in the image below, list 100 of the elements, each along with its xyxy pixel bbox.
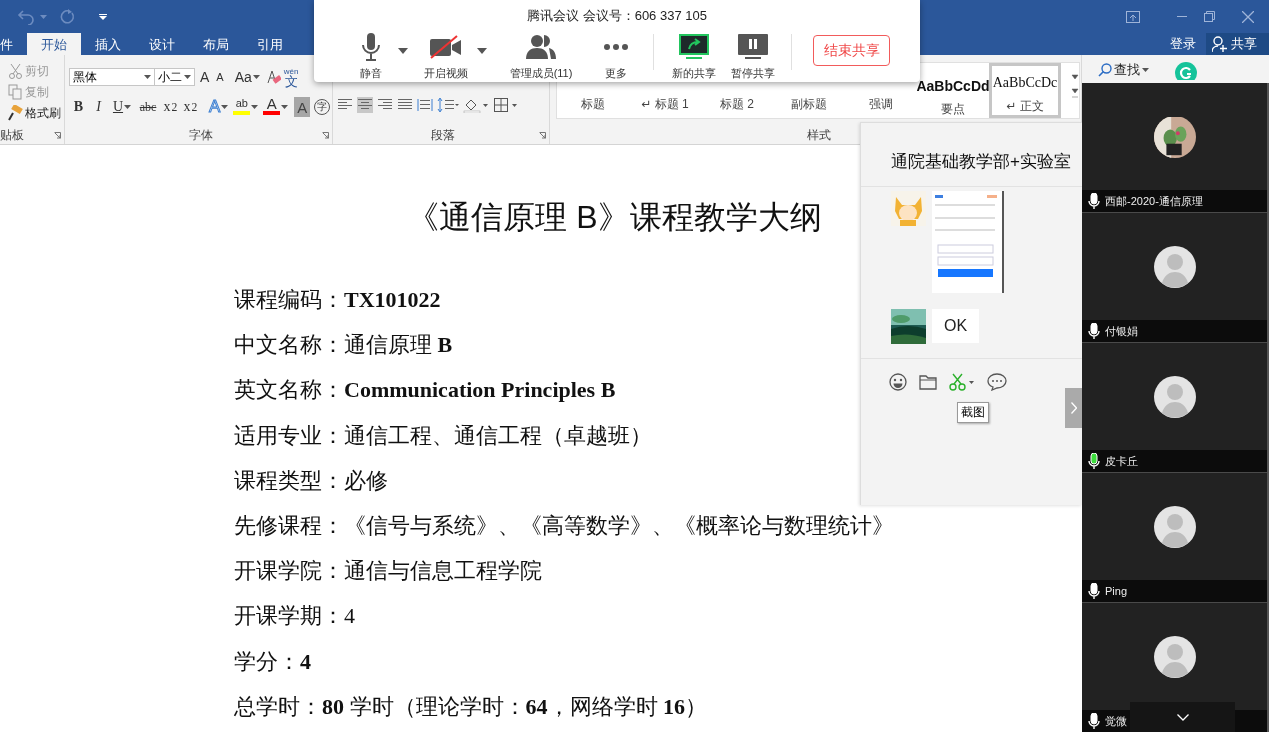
borders-icon[interactable] <box>493 97 519 113</box>
copy-icon <box>8 84 23 100</box>
character-shading-button[interactable]: A <box>294 97 311 117</box>
folder-icon[interactable] <box>919 374 937 390</box>
avatar-icon <box>1153 505 1196 548</box>
document-line: 英文名称：Communication Principles B <box>234 376 616 405</box>
caret-icon[interactable] <box>252 75 260 79</box>
sign-in-link[interactable]: 登录 <box>1160 33 1206 55</box>
style-gallery-item[interactable]: 标题 <box>557 90 629 116</box>
restore-icon[interactable] <box>1204 11 1215 22</box>
toolbar-button[interactable]: 更多 <box>591 32 641 81</box>
clear-format-icon[interactable] <box>264 69 281 85</box>
caret-icon[interactable] <box>1142 68 1149 72</box>
participant-name: 付银娟 <box>1105 323 1138 339</box>
people-icon <box>525 33 557 61</box>
ribbon-tab[interactable]: 插入 <box>81 33 135 55</box>
document-line: 适用专业：通信工程、通信工程（卓越班） <box>234 421 652 450</box>
shading-icon[interactable] <box>463 97 489 113</box>
find-button[interactable]: 查找 <box>1092 60 1155 80</box>
close-icon[interactable] <box>1242 10 1254 23</box>
toolbar-button[interactable]: 开启视频 <box>416 32 476 81</box>
avatar-icon <box>1153 375 1196 418</box>
customize-icon[interactable] <box>99 13 107 20</box>
distributed-icon[interactable] <box>417 97 433 113</box>
phonetic-guide-button[interactable]: wén 文 <box>283 67 299 87</box>
highlight-color-button[interactable]: ab <box>231 97 261 117</box>
style-gallery-item[interactable]: ↵ 标题 1 <box>629 90 701 116</box>
toolbar-button[interactable]: 静音 <box>345 32 397 81</box>
format-button[interactable]: U <box>109 97 135 117</box>
document-line: 中文名称：通信原理 B <box>234 331 453 360</box>
search-icon <box>1098 63 1112 77</box>
avatar-icon <box>1153 245 1196 288</box>
document-line: 开课学院：通信与信息工程学院 <box>234 557 542 586</box>
format-button[interactable]: B <box>69 97 88 117</box>
font-color-button[interactable]: A <box>261 97 291 117</box>
paintbrush-icon <box>8 105 23 121</box>
ribbon-tab[interactable]: 布局 <box>189 33 243 55</box>
document-line: 课程类型：必修 <box>234 466 388 495</box>
line-spacing-icon[interactable] <box>437 97 459 113</box>
style-gallery-item[interactable]: 标题 2 <box>701 90 773 116</box>
font-size-button[interactable]: A <box>214 67 226 87</box>
meeting-title: 腾讯会议 会议号：606 337 105 <box>526 7 708 25</box>
participant-name: 觉微 <box>1105 713 1127 729</box>
ribbon-tab[interactable]: 引用 <box>243 33 297 55</box>
pause-screen-icon <box>738 34 768 60</box>
align-center-icon[interactable] <box>357 97 373 113</box>
caret-icon[interactable] <box>184 75 191 79</box>
font-name-field[interactable]: 黑体 <box>69 68 155 86</box>
participant-name: 西邮-2020-通信原理 <box>1105 193 1203 209</box>
share-screen-icon <box>679 34 709 60</box>
style-gallery-item[interactable]: AaBbCcDc ↵ 正文 <box>989 63 1061 118</box>
ribbon-tab[interactable]: 开始 <box>27 33 81 55</box>
end-share-button[interactable]: 结束共享 <box>813 35 890 66</box>
document-line: 开课学期：4 <box>234 602 355 631</box>
style-gallery-item[interactable]: 副标题 <box>773 90 845 116</box>
dialog-launcher-icon[interactable] <box>539 132 546 139</box>
group-label: 段落 <box>431 126 455 144</box>
caret-icon[interactable] <box>281 105 289 109</box>
chevron-right-icon <box>1070 402 1077 414</box>
caret-icon[interactable] <box>144 75 151 79</box>
caret-icon[interactable] <box>221 105 229 109</box>
group-label: 贴板 <box>0 126 24 144</box>
scissors-icon[interactable] <box>949 373 975 391</box>
chevron-down-icon <box>1176 713 1189 721</box>
ribbon-display-icon[interactable] <box>1126 10 1140 23</box>
group-label: 字体 <box>188 126 213 144</box>
group-label: 样式 <box>806 126 831 144</box>
dialog-launcher-icon[interactable] <box>54 132 61 139</box>
document-line: 先修课程：《信号与系统》、《高等数学》、《概率论与数理统计》 <box>234 512 894 540</box>
ribbon-tab[interactable]: 设计 <box>135 33 189 55</box>
font-size-field[interactable]: 小二 <box>154 68 195 86</box>
format-button[interactable]: abc <box>136 97 160 117</box>
document-line: 总学时：80 学时（理论学时：64，网络学时 16） <box>234 692 707 721</box>
toolbar-button[interactable]: 管理成员(11) <box>501 32 581 81</box>
message-bubble: OK <box>932 309 980 343</box>
scissors-icon <box>8 63 23 79</box>
participant-name: 皮卡丘 <box>1105 453 1138 469</box>
chat-bubble-icon[interactable] <box>987 373 1007 391</box>
participant-name: Ping <box>1105 585 1128 597</box>
font-size-button[interactable]: A <box>198 67 212 87</box>
caret-icon[interactable] <box>251 105 259 109</box>
person-add-icon <box>1212 36 1228 52</box>
avatar-icon <box>1153 635 1196 678</box>
toolbar-button[interactable]: 暂停共享 <box>725 32 781 81</box>
font-size-button[interactable]: Aa <box>232 67 262 87</box>
document-line: 课程编码：TX101022 <box>234 286 441 314</box>
video-camera-off-icon <box>429 35 463 59</box>
share-button[interactable]: 共享 <box>1206 33 1269 55</box>
emoji-icon[interactable] <box>889 373 907 391</box>
caret-icon[interactable] <box>124 105 132 109</box>
format-button[interactable]: I <box>89 97 108 117</box>
ribbon-tab[interactable]: 件 <box>0 33 27 55</box>
tooltip: 截图 <box>957 402 989 423</box>
style-gallery-item[interactable]: AaBbCcDd 要点 <box>917 63 989 118</box>
minimize-icon[interactable] <box>1177 15 1187 18</box>
toolbar-button[interactable]: 新的共享 <box>666 32 722 81</box>
dialog-launcher-icon[interactable] <box>322 132 329 139</box>
clipboard-button[interactable]: 格式刷 <box>0 103 61 123</box>
microphone-icon <box>361 33 381 61</box>
style-gallery-item[interactable]: 强调 <box>845 90 917 116</box>
